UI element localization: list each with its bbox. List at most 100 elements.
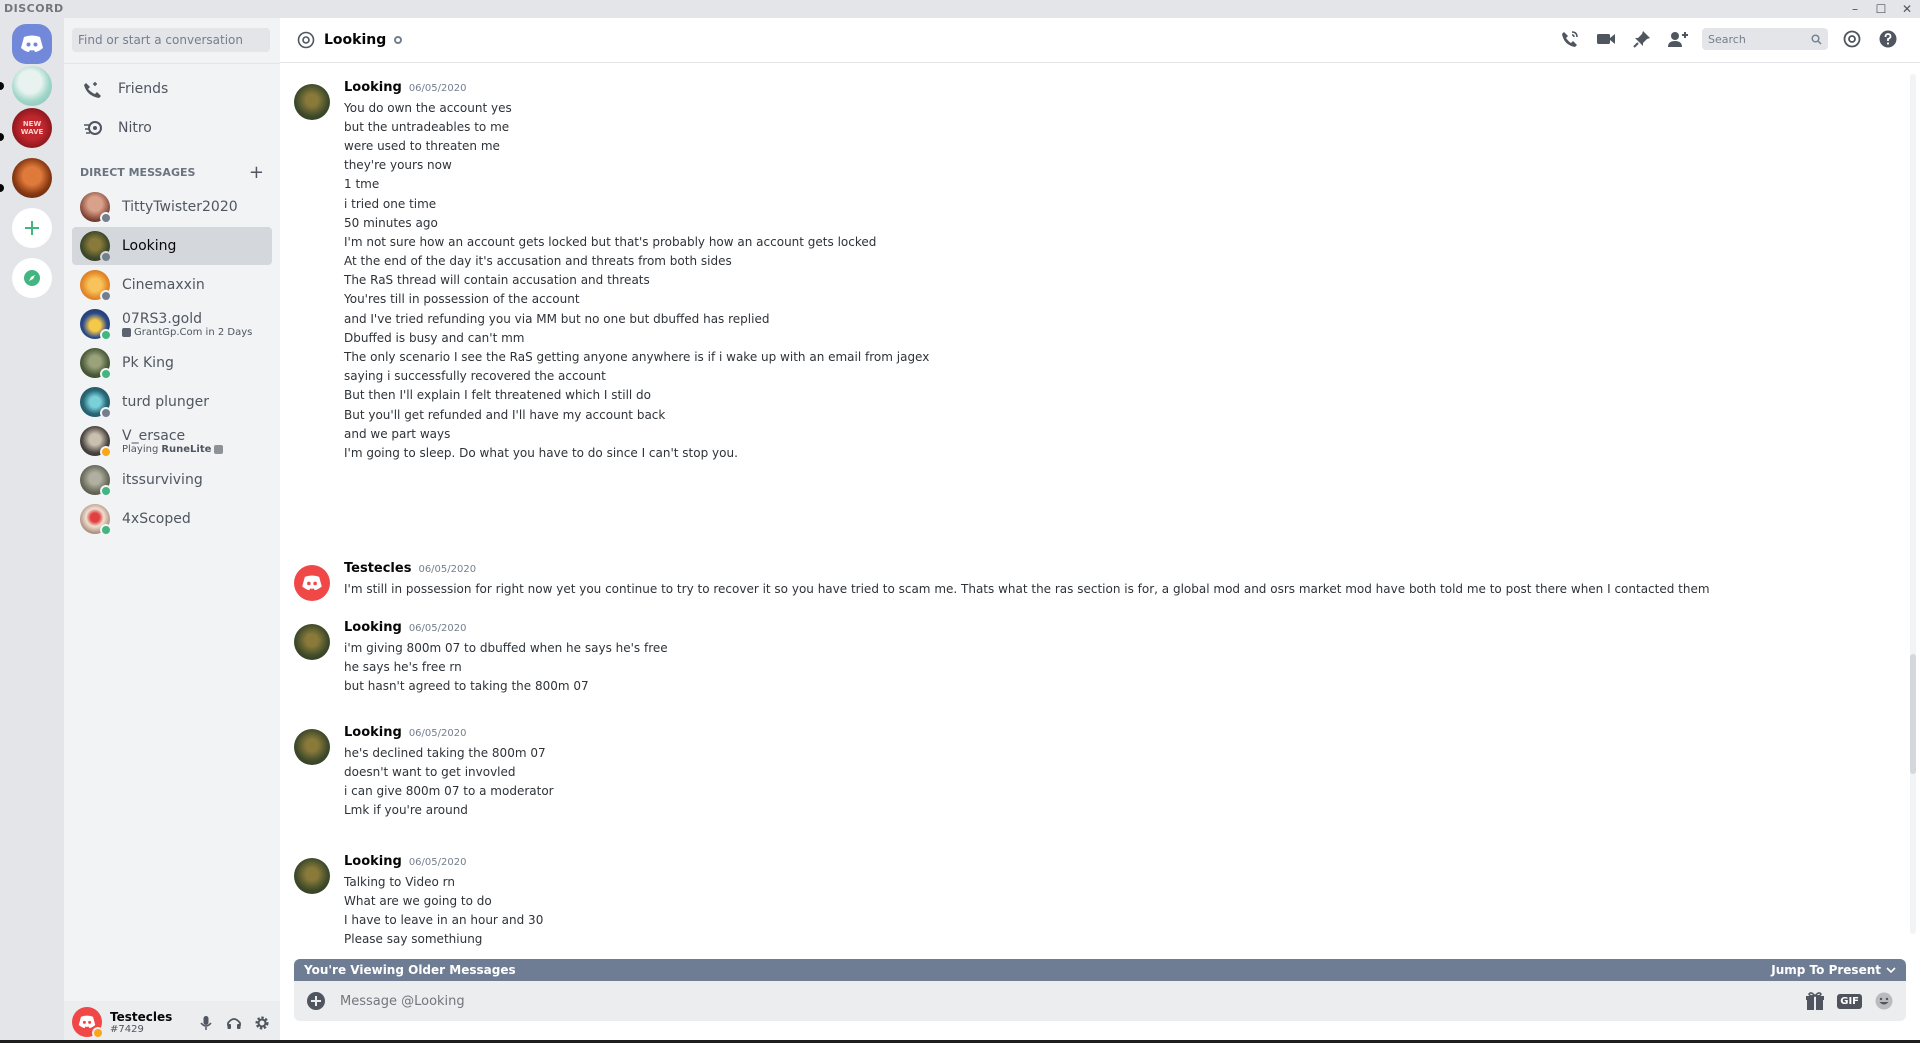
- server-unread-pill: [0, 82, 4, 90]
- dm-item-turd-plunger[interactable]: turd plunger: [72, 383, 272, 421]
- nitro-icon: [82, 117, 104, 139]
- status-indicator: [100, 368, 112, 380]
- message-composer: Message @Looking GIF: [294, 981, 1906, 1021]
- emoji-icon[interactable]: [1874, 991, 1894, 1011]
- message-input[interactable]: Message @Looking: [340, 994, 1805, 1009]
- message-timestamp: 06/05/2020: [408, 83, 467, 94]
- dm-custom-status: GrantGp.Com in 2 Days: [122, 327, 252, 338]
- nav-friends[interactable]: Friends: [72, 70, 272, 108]
- message-text: but the untradeables to me: [344, 119, 510, 134]
- create-dm-button[interactable]: +: [249, 162, 264, 183]
- message-scrollbar[interactable]: [1910, 74, 1916, 934]
- status-indicator: [100, 485, 112, 497]
- title-bar: DISCORD – ☐ ✕: [0, 0, 1920, 18]
- recipient-status-icon: [394, 36, 403, 44]
- phone-call-icon: [1562, 31, 1578, 47]
- message-group: Looking 06/05/2020 Talking to Video rn Wh…: [280, 854, 543, 949]
- nav-nitro[interactable]: Nitro: [72, 109, 272, 147]
- message-text: but hasn't agreed to taking the 800m 07: [344, 678, 589, 693]
- dm-item-looking[interactable]: Looking: [72, 227, 272, 265]
- message-timestamp: 06/05/2020: [418, 564, 477, 575]
- avatar[interactable]: [294, 729, 330, 765]
- dm-item-07rs3-gold[interactable]: 07RS3.gold GrantGp.Com in 2 Days: [72, 305, 272, 343]
- avatar[interactable]: [294, 565, 330, 601]
- home-button[interactable]: [12, 24, 52, 64]
- message-text: he's declined taking the 800m 07: [344, 745, 546, 760]
- message-text: saying i successfully recovered the acco…: [344, 369, 606, 384]
- avatar[interactable]: [294, 624, 330, 660]
- dm-activity: Playing RuneLite: [122, 444, 224, 455]
- dm-item-cinemaxxin[interactable]: Cinemaxxin: [72, 266, 272, 304]
- older-messages-bar: You're Viewing Older Messages Jump To Pr…: [294, 959, 1906, 981]
- discord-logo-icon: [78, 1015, 96, 1028]
- message-text: i can give 800m 07 to a moderator: [344, 783, 554, 798]
- gift-icon[interactable]: [1805, 991, 1825, 1011]
- video-call-button[interactable]: [1594, 27, 1618, 51]
- dm-item-itssurviving[interactable]: itssurviving: [72, 461, 272, 499]
- help-button[interactable]: [1876, 27, 1900, 51]
- find-conversation-input[interactable]: Find or start a conversation: [72, 28, 270, 52]
- chat-area: Looking Search Looking 06/05/2020 You do…: [280, 18, 1920, 1043]
- message-text: they're yours now: [344, 158, 452, 173]
- user-avatar[interactable]: [72, 1007, 104, 1039]
- explore-servers-button[interactable]: [12, 258, 52, 298]
- maximize-button[interactable]: ☐: [1868, 0, 1894, 18]
- avatar[interactable]: [294, 84, 330, 120]
- scrollbar-thumb[interactable]: [1910, 654, 1916, 774]
- dm-sidebar: Find or start a conversation Friends Nit…: [64, 18, 280, 1043]
- status-indicator: [100, 407, 112, 419]
- server-icon-3[interactable]: [12, 158, 52, 198]
- gear-icon: [255, 1016, 269, 1030]
- dm-name: 4xScoped: [122, 511, 191, 527]
- message-text: were used to threaten me: [344, 138, 500, 153]
- mentions-button[interactable]: [1840, 27, 1864, 51]
- avatar: [80, 192, 112, 224]
- message-text: Talking to Video rn: [344, 874, 455, 889]
- server-icon-new-wave[interactable]: NEW WAVE: [12, 108, 52, 148]
- message-author[interactable]: Looking: [344, 854, 402, 869]
- message-author[interactable]: Looking: [344, 80, 402, 95]
- avatar: [80, 465, 112, 497]
- gif-button[interactable]: GIF: [1837, 993, 1862, 1009]
- video-camera-icon: [1597, 34, 1615, 44]
- discord-logo-icon: [302, 575, 322, 591]
- message-author[interactable]: Testecles: [344, 561, 411, 576]
- avatar: [80, 309, 112, 341]
- avatar[interactable]: [294, 858, 330, 894]
- search-icon: [1811, 34, 1822, 44]
- close-button[interactable]: ✕: [1894, 0, 1920, 18]
- plus-icon: [25, 221, 39, 235]
- dm-item-tittytwister2020[interactable]: TittyTwister2020: [72, 188, 272, 226]
- server-list: NEW WAVE: [0, 18, 64, 1043]
- nav-nitro-label: Nitro: [118, 120, 152, 136]
- minimize-button[interactable]: –: [1842, 0, 1868, 18]
- upload-plus-icon[interactable]: [306, 991, 326, 1011]
- message-author[interactable]: Looking: [344, 620, 402, 635]
- dm-item-pk-king[interactable]: Pk King: [72, 344, 272, 382]
- search-placeholder: Search: [1708, 32, 1746, 46]
- message-text: doesn't want to get invovled: [344, 764, 516, 779]
- status-indicator: [100, 212, 112, 224]
- user-settings-button[interactable]: [250, 1011, 274, 1035]
- server-icon-1[interactable]: [12, 66, 52, 106]
- mute-button[interactable]: [194, 1011, 218, 1035]
- message-search-input[interactable]: Search: [1702, 28, 1828, 50]
- friends-icon: [82, 78, 104, 100]
- avatar: [80, 270, 112, 302]
- deafen-button[interactable]: [222, 1011, 246, 1035]
- dm-item-4xscoped[interactable]: 4xScoped: [72, 500, 272, 538]
- server-unread-pill: [0, 184, 4, 192]
- chat-toolbar: Search: [1558, 27, 1900, 51]
- dm-item-v-ersace[interactable]: V_ersace Playing RuneLite: [72, 422, 272, 460]
- headphones-icon: [227, 1018, 241, 1029]
- message-text: I'm still in possession for right now ye…: [344, 581, 1710, 596]
- message-text: he says he's free rn: [344, 659, 462, 674]
- voice-call-button[interactable]: [1558, 27, 1582, 51]
- avatar: [80, 504, 112, 536]
- message-author[interactable]: Looking: [344, 725, 402, 740]
- status-indicator: [100, 524, 112, 536]
- add-friend-to-dm-button[interactable]: [1666, 27, 1690, 51]
- add-server-button[interactable]: [12, 208, 52, 248]
- jump-to-present-button[interactable]: Jump To Present: [1771, 963, 1896, 977]
- pinned-messages-button[interactable]: [1630, 27, 1654, 51]
